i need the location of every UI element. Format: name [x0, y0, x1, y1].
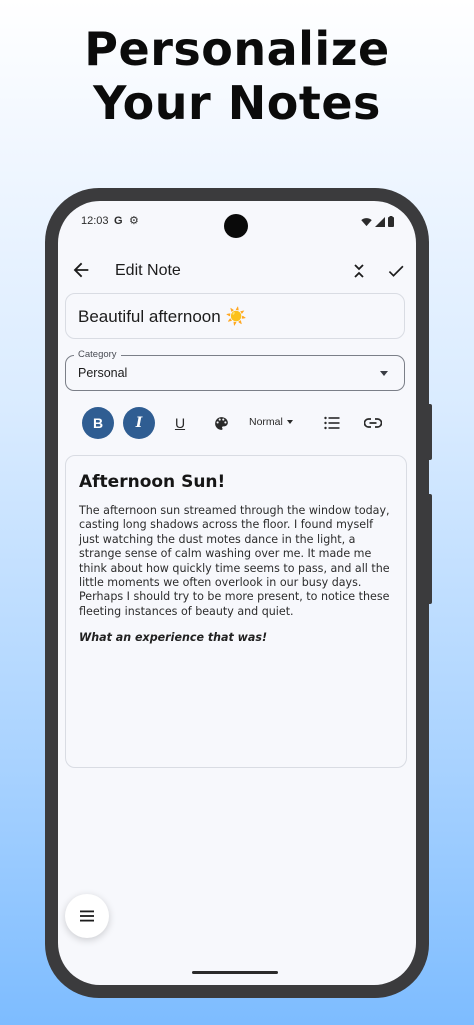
- note-body-editor[interactable]: Afternoon Sun! The afternoon sun streame…: [65, 455, 407, 768]
- status-time: 12:03: [81, 215, 109, 227]
- note-title-input[interactable]: Beautiful afternoon ☀️: [65, 293, 405, 339]
- page-title: Edit Note: [115, 262, 181, 279]
- category-value: Personal: [78, 366, 128, 380]
- signal-icon: [375, 216, 385, 227]
- note-closing-text: What an experience that was!: [79, 631, 268, 645]
- menu-fab[interactable]: [65, 894, 109, 938]
- text-size-dropdown[interactable]: Normal: [249, 416, 293, 428]
- check-icon[interactable]: [386, 261, 406, 281]
- phone-frame: 12:03 G ⚙ Edit Note Beautiful afternoon …: [45, 188, 432, 998]
- italic-label: I: [135, 415, 143, 431]
- bold-label: B: [92, 415, 104, 431]
- underline-button[interactable]: U: [164, 407, 196, 439]
- phone-screen: 12:03 G ⚙ Edit Note Beautiful afternoon …: [58, 201, 416, 985]
- dropdown-arrow-icon: [380, 371, 388, 376]
- bulleted-list-button[interactable]: [316, 407, 348, 439]
- note-body-text: The afternoon sun streamed through the w…: [79, 504, 390, 618]
- format-toolbar: B I U Normal: [58, 407, 416, 439]
- category-label: Category: [74, 349, 121, 361]
- link-icon: [364, 418, 382, 428]
- status-bar: 12:03 G ⚙: [81, 215, 394, 231]
- arrow-back-icon[interactable]: [70, 259, 92, 281]
- app-bar: Edit Note: [58, 253, 416, 293]
- power-button: [427, 494, 432, 604]
- palette-icon: [214, 416, 228, 430]
- note-title-text: Beautiful afternoon ☀️: [78, 307, 247, 326]
- promo-headline: Personalize Your Notes: [0, 22, 474, 130]
- status-icons: [361, 216, 394, 227]
- wifi-icon: [361, 217, 372, 226]
- link-button[interactable]: [357, 407, 389, 439]
- collapse-icon[interactable]: [350, 261, 368, 281]
- note-heading: Afternoon Sun!: [79, 472, 226, 492]
- promo-line-2: Your Notes: [93, 76, 381, 130]
- promo-line-1: Personalize: [84, 22, 390, 76]
- bulleted-list-icon: [324, 416, 340, 430]
- italic-button[interactable]: I: [123, 407, 155, 439]
- battery-icon: [388, 216, 394, 227]
- google-g-icon: G: [114, 215, 123, 227]
- menu-icon: [80, 910, 94, 922]
- category-dropdown[interactable]: Category Personal: [65, 349, 405, 391]
- bold-button[interactable]: B: [82, 407, 114, 439]
- gear-icon: ⚙: [129, 215, 139, 227]
- text-size-value: Normal: [249, 416, 283, 428]
- underline-label: U: [174, 415, 186, 431]
- volume-button: [427, 404, 432, 460]
- gesture-bar[interactable]: [192, 971, 278, 974]
- chevron-down-icon: [286, 420, 293, 424]
- text-color-button[interactable]: [205, 407, 237, 439]
